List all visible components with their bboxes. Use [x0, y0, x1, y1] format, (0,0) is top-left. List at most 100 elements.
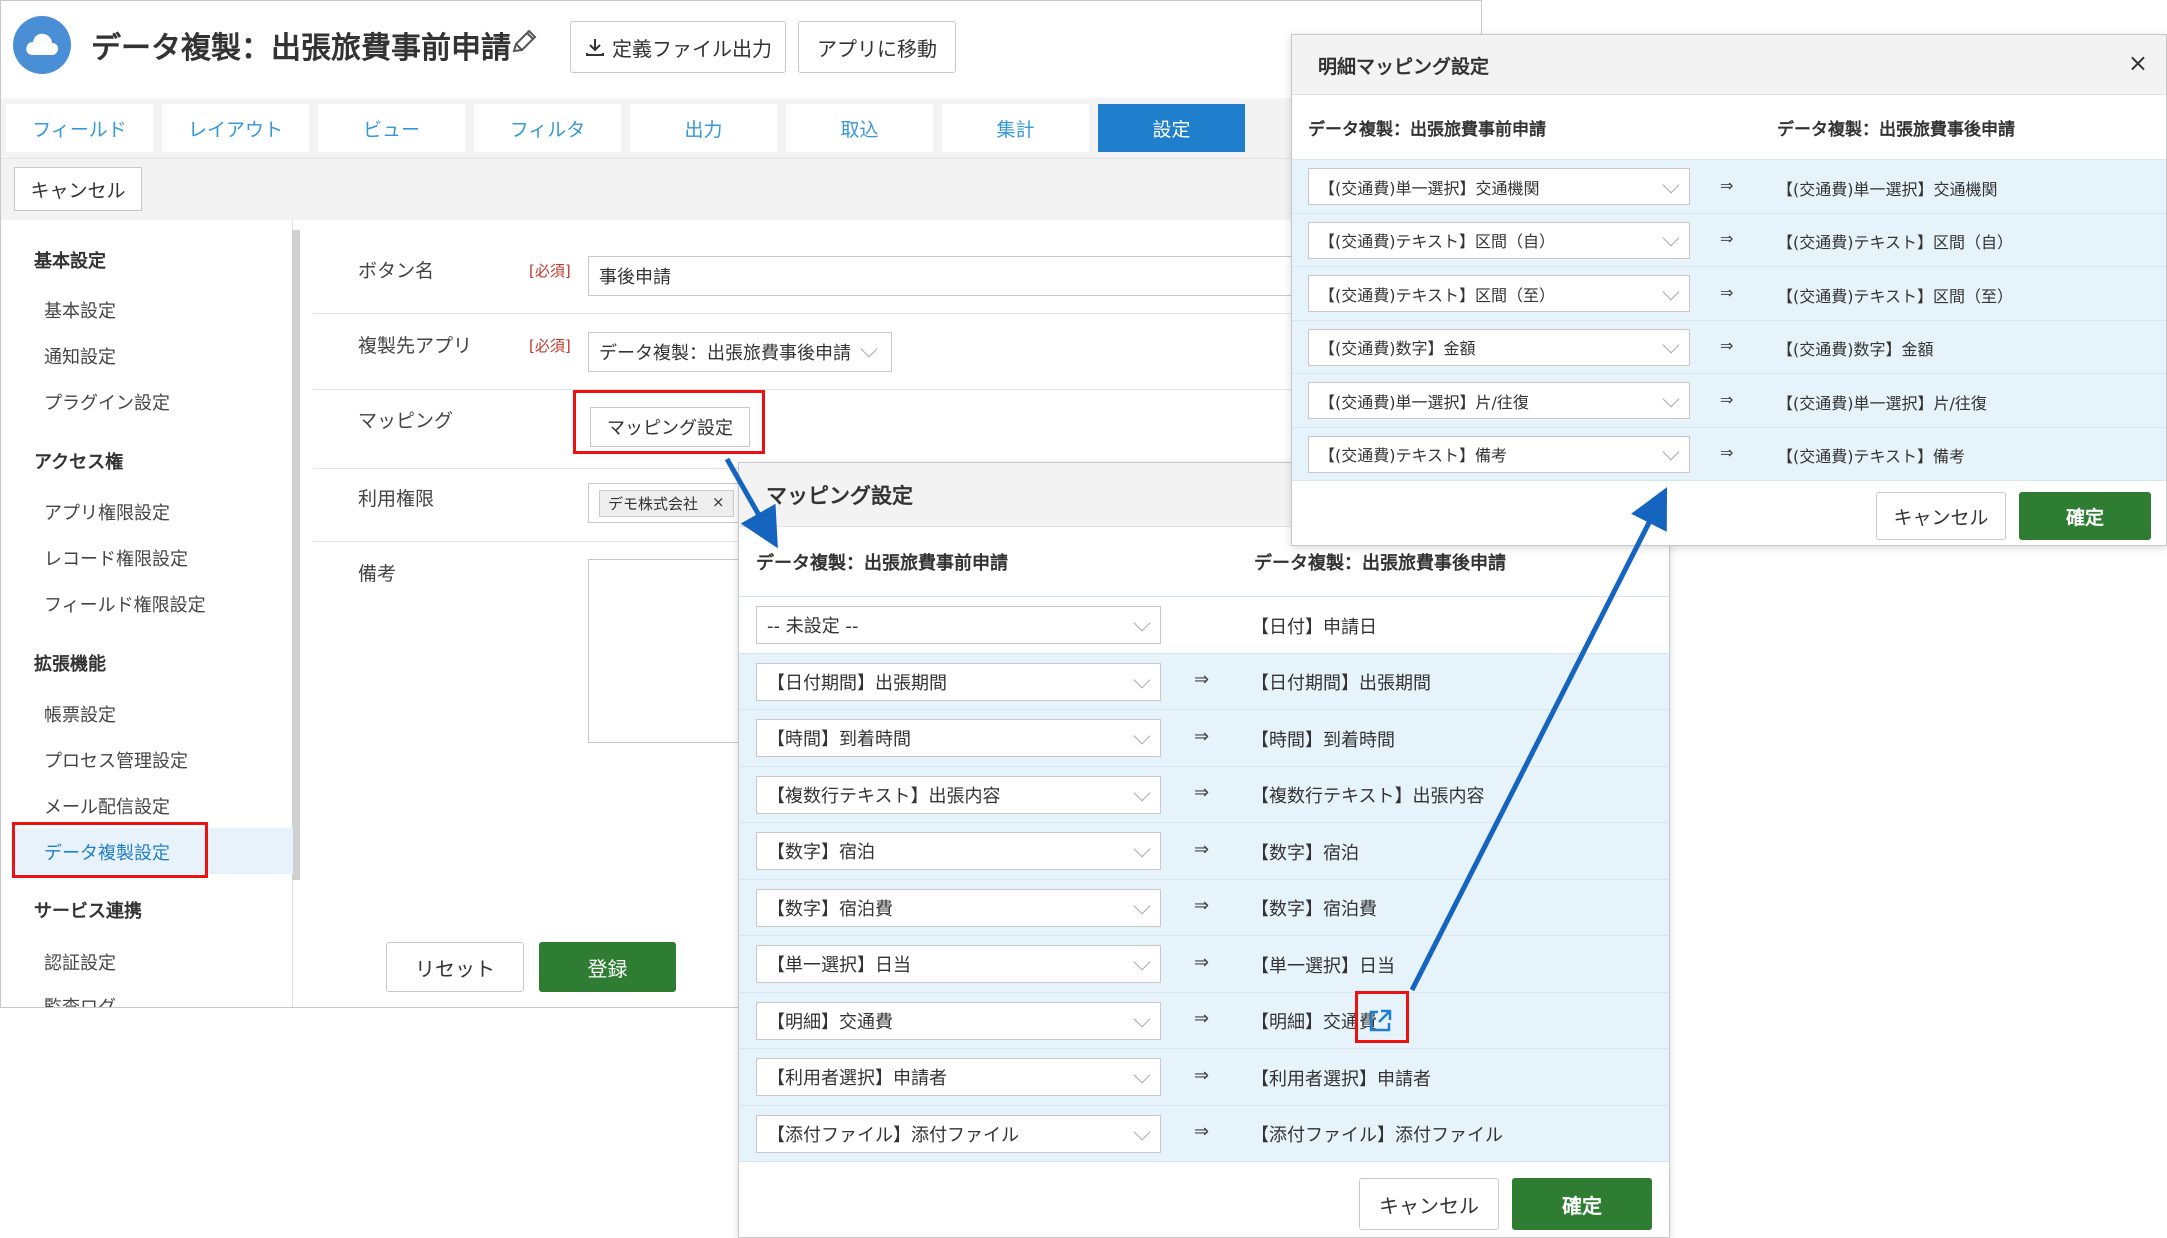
mapping-source-select[interactable]: 【添付ファイル】添付ファイル [756, 1114, 1161, 1153]
mapping-row: 【単一選択】日当 ⇒ 【単一選択】日当 [739, 936, 1669, 993]
detail-source-select[interactable]: 【(交通費)テキスト】備考 [1308, 435, 1690, 473]
tab-aggregate[interactable]: 集計 [942, 104, 1089, 152]
chevron-down-icon [1662, 283, 1680, 300]
mapping-source-select[interactable]: 【数字】宿泊 [756, 832, 1161, 870]
notes-label: 備考 [358, 563, 397, 585]
detail-cancel-button[interactable]: キャンセル [1876, 492, 2006, 540]
detail-row: 【(交通費)テキスト】区間（自） ⇒ 【(交通費)テキスト】区間（自） [1292, 213, 2166, 267]
detail-row: 【(交通費)単一選択】片/往復 ⇒ 【(交通費)単一選択】片/往復 [1292, 374, 2166, 428]
sidebar-item-audit-log[interactable]: 監査ログ [44, 993, 116, 1007]
sidebar-item-auth[interactable]: 認証設定 [44, 949, 116, 975]
mapping-source-select[interactable]: 【数字】宿泊費 [756, 888, 1161, 927]
mapping-source-select[interactable]: 【複数行テキスト】出張内容 [756, 775, 1161, 814]
app-header: データ複製：出張旅費事前申請 定義ファイル出力 アプリに移動 [1, 1, 1481, 89]
reset-button[interactable]: リセット [386, 942, 524, 992]
mapping-arrow: ⇒ [1194, 951, 1210, 973]
mapping-dest-field: 【添付ファイル】添付ファイル [1251, 1125, 1503, 1147]
detail-source-select[interactable]: 【(交通費)数字】金額 [1308, 328, 1690, 366]
mapping-source-select[interactable]: 【単一選択】日当 [756, 945, 1161, 983]
detail-row: 【(交通費)テキスト】備考 ⇒ 【(交通費)テキスト】備考 [1292, 427, 2166, 481]
cancel-button[interactable]: キャンセル [14, 167, 142, 211]
detail-dest-field: 【(交通費)単一選択】交通機関 [1777, 179, 1998, 199]
detail-source-value: 【(交通費)テキスト】区間（自） [1319, 232, 1556, 251]
mapping-arrow: ⇒ [1720, 336, 1734, 356]
mapping-source-header: データ複製：出張旅費事前申請 [756, 553, 1008, 574]
chevron-down-icon [1133, 953, 1151, 971]
tab-field[interactable]: フィールド [6, 104, 153, 152]
required-badge: [必須] [529, 337, 571, 355]
detail-source-select[interactable]: 【(交通費)テキスト】区間（自） [1308, 221, 1690, 259]
chevron-down-icon [1133, 671, 1151, 688]
required-badge: [必須] [529, 262, 571, 280]
mapping-dest-field: 【単一選択】日当 [1251, 955, 1395, 977]
chevron-down-icon [1133, 784, 1151, 801]
tab-import[interactable]: 取込 [786, 104, 933, 152]
chevron-down-icon [1133, 840, 1151, 858]
chevron-down-icon [1662, 443, 1680, 461]
dest-app-label: 複製先アプリ [358, 335, 473, 357]
mapping-arrow: ⇒ [1720, 282, 1734, 302]
detail-source-select[interactable]: 【(交通費)テキスト】区間（至） [1308, 275, 1690, 312]
permission-label: 利用権限 [358, 488, 435, 510]
sidebar-item-basic-settings[interactable]: 基本設定 [44, 297, 116, 323]
mapping-ok-button[interactable]: 確定 [1512, 1178, 1652, 1230]
mapping-arrow: ⇒ [1194, 782, 1210, 804]
detail-ok-button[interactable]: 確定 [2019, 492, 2151, 540]
mapping-source-select[interactable]: 【明細】交通費 [756, 1001, 1161, 1040]
goto-app-button[interactable]: アプリに移動 [798, 21, 956, 73]
mapping-row: -- 未設定 -- 【日付】申請日 [739, 597, 1669, 654]
detail-source-value: 【(交通費)テキスト】区間（至） [1319, 285, 1556, 305]
mapping-source-select[interactable]: -- 未設定 -- [756, 606, 1161, 644]
sidebar-item-notification[interactable]: 通知設定 [44, 343, 116, 369]
sidebar-item-report[interactable]: 帳票設定 [44, 701, 116, 727]
detail-row: 【(交通費)テキスト】区間（至） ⇒ 【(交通費)テキスト】区間（至） [1292, 267, 2166, 321]
mapping-source-select[interactable]: 【時間】到着時間 [756, 719, 1161, 757]
mapping-source-value: 【単一選択】日当 [767, 955, 911, 976]
detail-source-value: 【(交通費)数字】金額 [1319, 339, 1476, 358]
detail-source-value: 【(交通費)単一選択】交通機関 [1319, 178, 1540, 198]
chevron-down-icon [860, 340, 878, 358]
mapping-source-value: 【数字】宿泊 [767, 842, 875, 863]
detail-source-value: 【(交通費)単一選択】片/往復 [1319, 392, 1529, 412]
chevron-down-icon [1133, 1123, 1151, 1140]
export-definition-label: 定義ファイル出力 [612, 36, 772, 61]
mapping-arrow: ⇒ [1194, 1121, 1210, 1143]
detail-source-select[interactable]: 【(交通費)単一選択】交通機関 [1308, 168, 1690, 205]
mapping-row: 【添付ファイル】添付ファイル ⇒ 【添付ファイル】添付ファイル [739, 1105, 1669, 1162]
mapping-arrow: ⇒ [1720, 175, 1734, 195]
tab-view[interactable]: ビュー [318, 104, 465, 152]
action-row: キャンセル [1, 158, 1481, 220]
tab-settings[interactable]: 設定 [1098, 104, 1245, 152]
close-icon[interactable]: × [2128, 49, 2148, 77]
permission-tag-label: デモ株式会社 [608, 494, 699, 513]
pencil-icon[interactable] [509, 27, 539, 61]
tab-output[interactable]: 出力 [630, 104, 777, 152]
detail-source-select[interactable]: 【(交通費)単一選択】片/往復 [1308, 382, 1690, 419]
close-icon[interactable]: × [712, 493, 725, 514]
tab-filter[interactable]: フィルタ [474, 104, 621, 152]
mapping-arrow: ⇒ [1720, 389, 1734, 409]
register-button[interactable]: 登録 [539, 942, 676, 992]
sidebar-item-plugin[interactable]: プラグイン設定 [44, 389, 170, 415]
mapping-source-select[interactable]: 【利用者選択】申請者 [756, 1058, 1161, 1096]
mapping-source-value: 【数字】宿泊費 [767, 898, 893, 920]
dest-app-select[interactable]: データ複製：出張旅費事後申請 [588, 332, 892, 372]
sidebar-scrollbar[interactable] [292, 230, 300, 880]
sidebar-item-app-permission[interactable]: アプリ権限設定 [44, 499, 170, 525]
mapping-button-highlight [573, 390, 765, 454]
export-definition-button[interactable]: 定義ファイル出力 [570, 21, 786, 73]
sidebar-item-record-permission[interactable]: レコード権限設定 [44, 545, 188, 571]
chevron-down-icon [1662, 176, 1680, 193]
tab-layout[interactable]: レイアウト [162, 104, 309, 152]
mapping-source-value: 【日付期間】出張期間 [767, 672, 947, 694]
mapping-dest-field: 【時間】到着時間 [1251, 729, 1395, 751]
mapping-cancel-button[interactable]: キャンセル [1359, 1178, 1499, 1230]
sidebar-item-field-permission[interactable]: フィールド権限設定 [44, 591, 206, 617]
mapping-source-select[interactable]: 【日付期間】出張期間 [756, 662, 1161, 701]
detail-dest-header: データ複製：出張旅費事後申請 [1777, 120, 2015, 140]
sidebar-item-process[interactable]: プロセス管理設定 [44, 747, 188, 773]
mapping-arrow: ⇒ [1194, 725, 1210, 747]
detail-dest-field: 【(交通費)数字】金額 [1777, 340, 1934, 360]
sidebar-item-mail[interactable]: メール配信設定 [44, 793, 170, 819]
app-title: データ複製：出張旅費事前申請 [91, 31, 511, 66]
